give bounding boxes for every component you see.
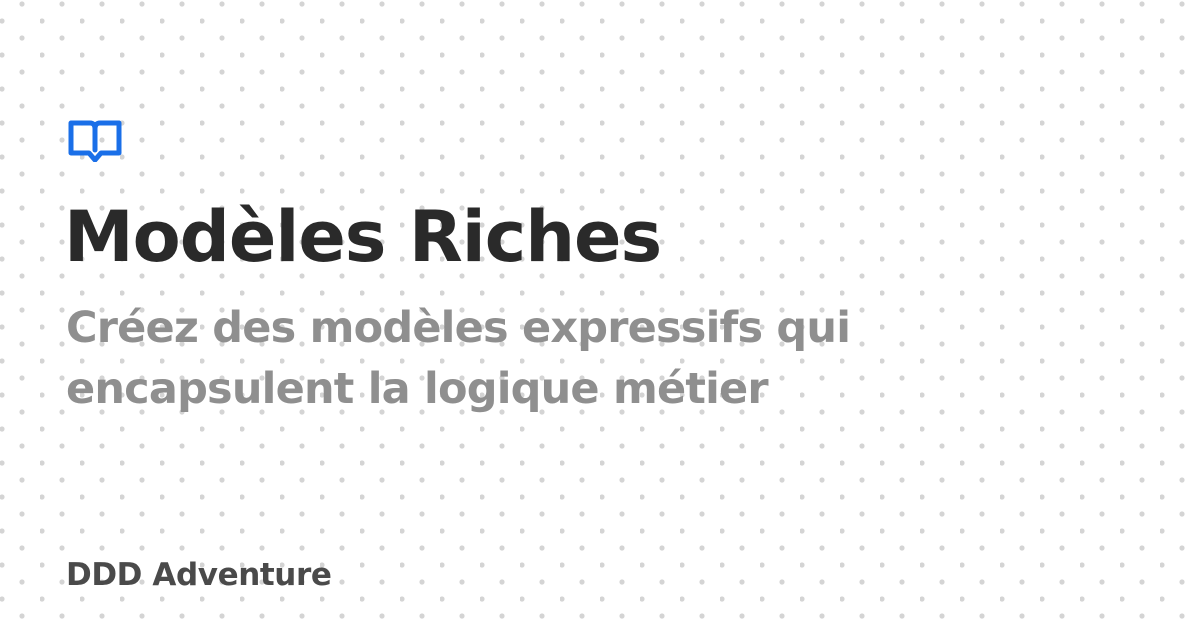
subtitle-line: encapsulent la logique métier: [66, 364, 769, 414]
site-name: DDD Adventure: [66, 557, 332, 593]
page-subtitle: Créez des modèles expressifs qui encapsu…: [66, 298, 851, 420]
subtitle-line: Créez des modèles expressifs qui: [66, 303, 851, 353]
page-title: Modèles Riches: [64, 196, 662, 278]
open-book-icon: [68, 120, 122, 163]
